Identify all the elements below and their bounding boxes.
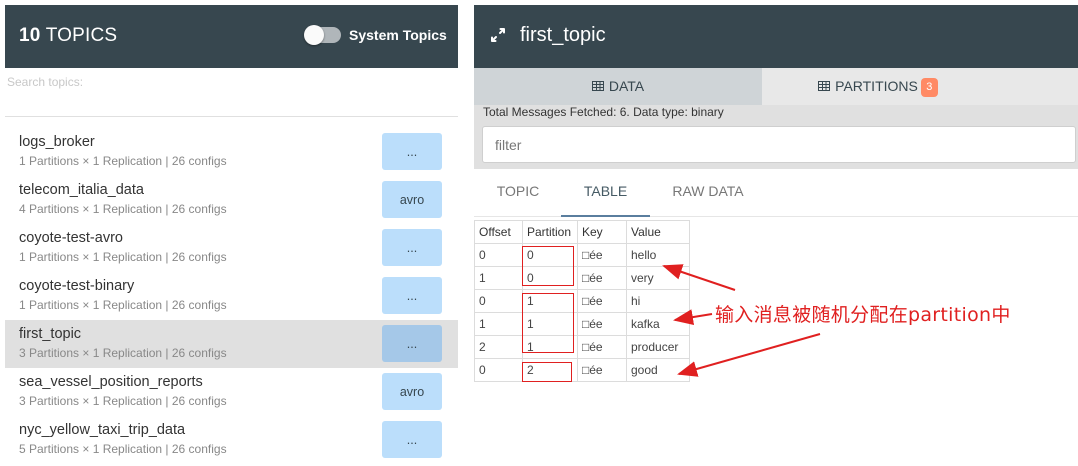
annotation-box-partition-0 bbox=[522, 246, 574, 286]
table-row: 2 1 □ée producer bbox=[474, 335, 690, 359]
app-root: 10 TOPICS System Topics logs_broker1 Par… bbox=[0, 0, 1078, 466]
topics-title: 10 TOPICS bbox=[19, 25, 117, 47]
topic-name: coyote-test-avro bbox=[19, 230, 123, 246]
topic-detail-header: first_topic bbox=[474, 5, 1078, 68]
cell-offset: 0 bbox=[474, 243, 523, 267]
annotation-label: 输入消息被随机分配在partition中 bbox=[715, 304, 1011, 326]
col-partition-header[interactable]: Partition bbox=[522, 220, 578, 244]
cell-offset: 0 bbox=[474, 289, 523, 313]
topics-panel: 10 TOPICS System Topics logs_broker 1 Par… bbox=[5, 5, 458, 466]
topic-action-button[interactable]: ... bbox=[382, 229, 442, 266]
topic-name: telecom_italia_data bbox=[19, 182, 144, 198]
tab-data-label: DATA bbox=[608, 78, 645, 94]
cell-offset: 1 bbox=[474, 312, 523, 336]
table-header-row: Offset Partition Key Value bbox=[474, 220, 690, 244]
cell-value: hello bbox=[626, 243, 690, 267]
system-topics-label: System Topics bbox=[349, 27, 447, 43]
topic-action-button[interactable]: ... bbox=[382, 133, 442, 170]
subtab-raw-data[interactable]: RAW DATA bbox=[664, 169, 752, 217]
cell-offset: 0 bbox=[474, 358, 523, 382]
cell-value: producer bbox=[626, 335, 690, 359]
topic-action-button[interactable]: avro bbox=[382, 181, 442, 218]
cell-value: hi bbox=[626, 289, 690, 313]
cell-value: good bbox=[626, 358, 690, 382]
cell-key: □ée bbox=[577, 243, 627, 267]
subtab-table[interactable]: TABLE bbox=[561, 169, 650, 217]
table-row: 0 0 □ée hello bbox=[474, 243, 690, 267]
tabs-filler bbox=[994, 68, 1078, 105]
messages-info: Total Messages Fetched: 6. Data type: bi… bbox=[483, 105, 724, 119]
topic-meta: 5 Partitions × 1 Replication | 26 config… bbox=[19, 442, 227, 456]
cell-value: very bbox=[626, 266, 690, 290]
cell-key: □ée bbox=[577, 335, 627, 359]
topic-detail-title: first_topic bbox=[520, 24, 606, 46]
topic-action-button[interactable]: ... bbox=[382, 277, 442, 314]
cell-key: □ée bbox=[577, 312, 627, 336]
table-row: 1 1 □ée kafka bbox=[474, 312, 690, 336]
subtab-topic[interactable]: TOPIC bbox=[484, 169, 552, 217]
topic-name: nyc_yellow_taxi_trip_data bbox=[19, 422, 186, 438]
cell-offset: 1 bbox=[474, 266, 523, 290]
cell-key: □ée bbox=[577, 358, 627, 382]
main-tabs: DATA PARTITIONS 3 bbox=[474, 68, 1078, 105]
topic-action-button[interactable]: ... bbox=[382, 421, 442, 458]
annotation-box-partition-1 bbox=[522, 293, 574, 353]
table-row: 0 2 □ée good bbox=[474, 358, 690, 382]
annotation-box-partition-2 bbox=[522, 362, 572, 382]
messages-table-body: 0 0 □ée hello 1 0 □ée very 0 1 □ée hi 1 1 □ée kafka 2 1 □é… bbox=[474, 243, 690, 382]
system-topics-toggle[interactable] bbox=[304, 25, 341, 45]
topic-meta: 4 Partitions × 1 Replication | 26 config… bbox=[19, 202, 227, 216]
topic-action-button[interactable]: ... bbox=[382, 325, 442, 362]
table-row: 1 0 □ée very bbox=[474, 266, 690, 290]
topic-action-button[interactable]: avro bbox=[382, 373, 442, 410]
topic-item[interactable]: telecom_italia_data 4 Partitions × 1 Repl… bbox=[5, 176, 458, 224]
topic-meta: 1 Partitions × 1 Replication | 26 config… bbox=[19, 154, 227, 168]
col-value-header[interactable]: Value bbox=[626, 220, 690, 244]
tab-partitions-label: PARTITIONS bbox=[835, 78, 918, 94]
tab-data[interactable]: DATA bbox=[474, 68, 762, 105]
topic-meta: 1 Partitions × 1 Replication | 26 config… bbox=[19, 250, 227, 264]
topic-item[interactable]: first_topic 3 Partitions × 1 Replication … bbox=[5, 320, 458, 368]
cell-offset: 2 bbox=[474, 335, 523, 359]
topic-item[interactable]: logs_broker 1 Partitions × 1 Replication … bbox=[5, 128, 458, 176]
topic-detail-panel: first_topic DATA PARTITIONS 3 Total Mess… bbox=[474, 5, 1078, 466]
toggle-knob bbox=[304, 25, 324, 45]
topic-name: logs_broker bbox=[19, 134, 95, 150]
topic-name: sea_vessel_position_reports bbox=[19, 374, 203, 390]
topic-meta: 3 Partitions × 1 Replication | 26 config… bbox=[19, 346, 227, 360]
topics-title-label: TOPICS bbox=[45, 25, 118, 46]
topic-meta: 1 Partitions × 1 Replication | 26 config… bbox=[19, 298, 227, 312]
expand-icon[interactable] bbox=[490, 27, 506, 43]
topic-name: first_topic bbox=[19, 326, 82, 342]
cell-key: □ée bbox=[577, 289, 627, 313]
sub-tabs: TOPIC TABLE RAW DATA bbox=[474, 169, 1078, 217]
topics-header: 10 TOPICS System Topics bbox=[5, 5, 458, 68]
topic-item[interactable]: sea_vessel_position_reports 3 Partitions … bbox=[5, 368, 458, 416]
topic-list: logs_broker 1 Partitions × 1 Replication … bbox=[5, 128, 458, 464]
col-key-header[interactable]: Key bbox=[577, 220, 627, 244]
topic-item[interactable]: nyc_yellow_taxi_trip_data 5 Partitions × … bbox=[5, 416, 458, 464]
partitions-count-badge: 3 bbox=[920, 77, 938, 97]
table-icon bbox=[591, 81, 604, 92]
tab-partitions[interactable]: PARTITIONS 3 bbox=[762, 68, 994, 105]
table-icon bbox=[818, 81, 831, 92]
cell-value: kafka bbox=[626, 312, 690, 336]
col-offset-header[interactable]: Offset bbox=[474, 220, 523, 244]
topic-name: coyote-test-binary bbox=[19, 278, 135, 294]
messages-table: Offset Partition Key Value 0 0 □ée hello 1 0 □… bbox=[474, 220, 690, 382]
cell-key: □ée bbox=[577, 266, 627, 290]
search-topics-input[interactable] bbox=[5, 71, 458, 117]
topic-meta: 3 Partitions × 1 Replication | 26 config… bbox=[19, 394, 227, 408]
filter-input[interactable] bbox=[482, 126, 1076, 163]
topics-count: 10 bbox=[19, 25, 41, 46]
topic-item[interactable]: coyote-test-avro 1 Partitions × 1 Replica… bbox=[5, 224, 458, 272]
topic-item[interactable]: coyote-test-binary 1 Partitions × 1 Repli… bbox=[5, 272, 458, 320]
info-bar: Total Messages Fetched: 6. Data type: bi… bbox=[474, 105, 1078, 169]
table-row: 0 1 □ée hi bbox=[474, 289, 690, 313]
